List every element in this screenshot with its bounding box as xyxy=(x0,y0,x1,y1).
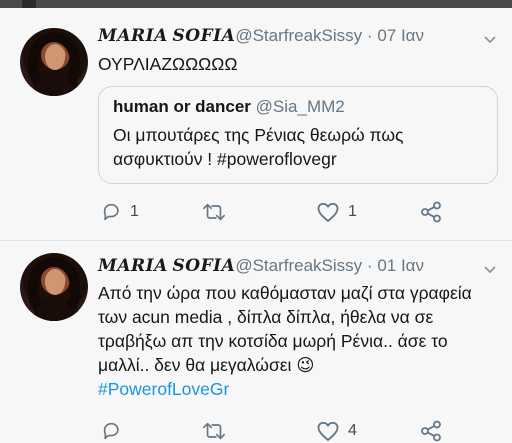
display-name[interactable]: 𝑴𝑨𝑹𝑰𝑨 𝑺𝑶𝑭𝑰𝑨 xyxy=(98,26,235,45)
quoted-header: human or dancer @Sia_MM2 xyxy=(113,97,345,117)
share-icon xyxy=(421,201,441,223)
avatar[interactable] xyxy=(20,28,88,96)
chevron-down-icon[interactable] xyxy=(482,31,498,47)
like-button[interactable]: 1 xyxy=(316,200,357,224)
tweet-text: ΟΥΡΛΙΑΖΩΩΩΩΩ xyxy=(98,54,238,74)
quoted-handle: @Sia_MM2 xyxy=(255,97,345,116)
tweet-actions: 1 1 xyxy=(98,200,498,224)
like-count: 4 xyxy=(348,422,357,439)
like-icon xyxy=(317,202,339,222)
quoted-display-name: human or dancer xyxy=(113,97,251,116)
retweet-icon xyxy=(203,203,225,221)
separator: · xyxy=(366,26,373,45)
tweet-text: Από την ώρα που καθόμασταν μαζί στα γραφ… xyxy=(98,281,493,401)
tweet[interactable]: 𝑴𝑨𝑹𝑰𝑨 𝑺𝑶𝑭𝑰𝑨@StarfreakSissy · 01 Ιαν Από … xyxy=(0,241,512,442)
reply-icon xyxy=(103,203,119,221)
quoted-text: Οι μπουτάρες της Ρένιας θεωρώ πως ασφυκτ… xyxy=(113,125,404,169)
like-icon xyxy=(317,421,339,441)
retweet-button[interactable] xyxy=(202,200,234,224)
timestamp[interactable]: 07 Ιαν xyxy=(377,26,424,45)
share-button[interactable] xyxy=(420,419,442,443)
retweet-icon xyxy=(203,422,225,440)
reply-button[interactable]: 1 xyxy=(100,200,139,224)
user-handle[interactable]: @StarfreakSissy xyxy=(235,26,362,45)
share-icon xyxy=(421,420,441,442)
tweet-body: Από την ώρα που καθόμασταν μαζί στα γραφ… xyxy=(98,283,472,375)
hashtag-link[interactable]: #PowerofLoveGr xyxy=(98,379,229,399)
tweet-actions: 4 xyxy=(98,419,498,443)
user-handle[interactable]: @StarfreakSissy xyxy=(235,256,362,275)
reply-count: 1 xyxy=(130,203,139,220)
timestamp[interactable]: 01 Ιαν xyxy=(377,256,424,275)
reply-button[interactable] xyxy=(100,419,130,443)
quoted-tweet[interactable]: human or dancer @Sia_MM2 Οι μπουτάρες τη… xyxy=(98,86,498,184)
separator: · xyxy=(366,256,373,275)
reply-icon xyxy=(103,422,119,440)
like-button[interactable]: 4 xyxy=(316,419,357,443)
tweet[interactable]: 𝑴𝑨𝑹𝑰𝑨 𝑺𝑶𝑭𝑰𝑨@StarfreakSissy · 07 Ιαν ΟΥΡΛ… xyxy=(0,0,512,240)
display-name[interactable]: 𝑴𝑨𝑹𝑰𝑨 𝑺𝑶𝑭𝑰𝑨 xyxy=(98,256,235,275)
tweet-header: 𝑴𝑨𝑹𝑰𝑨 𝑺𝑶𝑭𝑰𝑨@StarfreakSissy · 01 Ιαν xyxy=(98,256,424,276)
chevron-down-icon[interactable] xyxy=(482,261,498,277)
avatar[interactable] xyxy=(20,253,88,321)
retweet-button[interactable] xyxy=(202,419,234,443)
tweet-header: 𝑴𝑨𝑹𝑰𝑨 𝑺𝑶𝑭𝑰𝑨@StarfreakSissy · 07 Ιαν xyxy=(98,26,424,46)
share-button[interactable] xyxy=(420,200,442,224)
like-count: 1 xyxy=(348,203,357,220)
